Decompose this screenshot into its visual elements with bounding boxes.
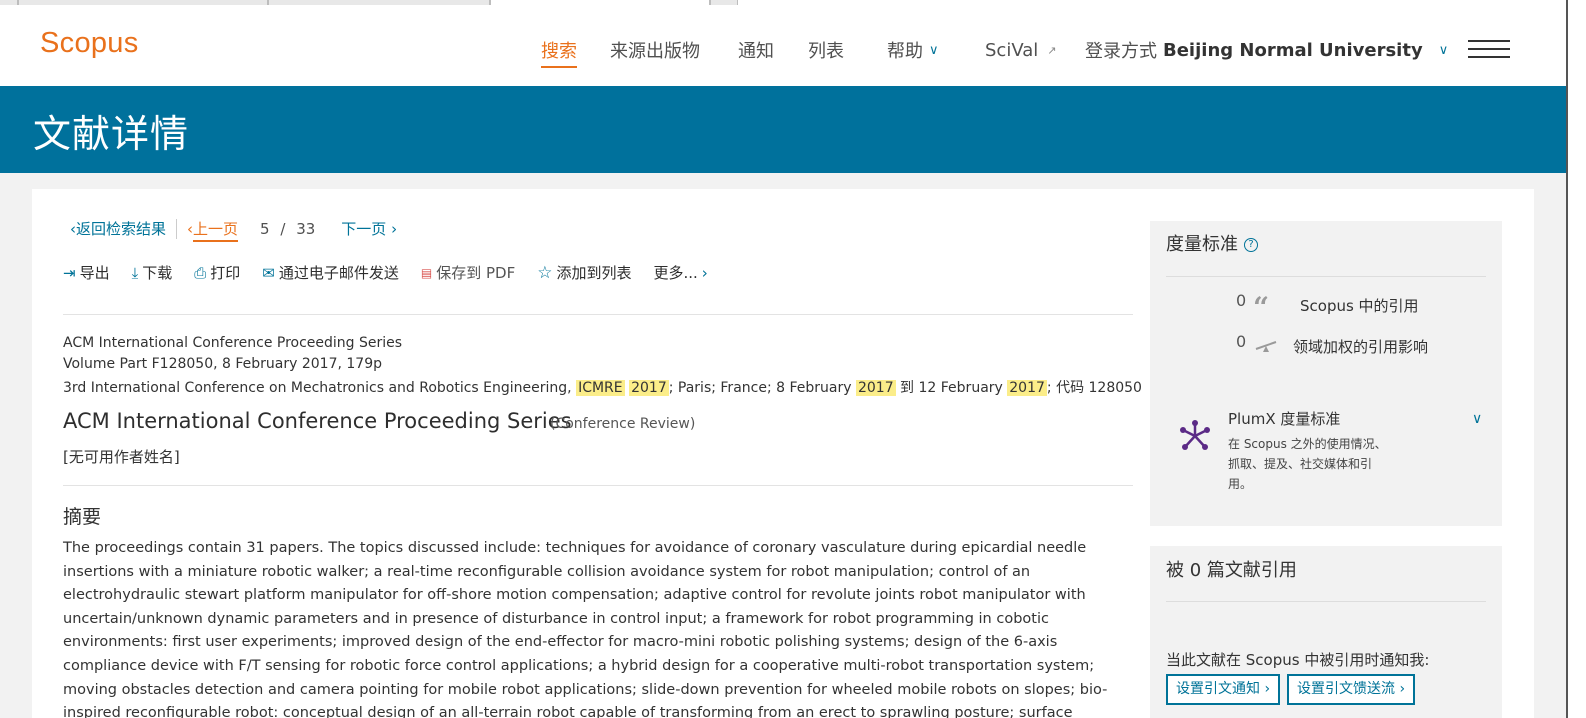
star-icon: ☆ — [537, 262, 553, 283]
external-link-icon: ↗ — [1047, 43, 1057, 57]
scopus-logo[interactable]: Scopus — [40, 27, 139, 60]
add-to-list-label: 添加到列表 — [556, 264, 632, 282]
hamburger-menu-icon[interactable] — [1468, 40, 1510, 62]
source-series[interactable]: ACM International Conference Proceeding … — [63, 335, 402, 351]
save-pdf-button[interactable]: ▤ 保存到 PDF — [421, 262, 515, 283]
position-total: 33 — [296, 219, 316, 238]
add-to-list-button[interactable]: ☆ 添加到列表 — [537, 262, 631, 283]
print-icon: ⎙ — [194, 263, 207, 282]
quote-icon: “ — [1253, 291, 1270, 324]
author-list: [无可用作者姓名] — [63, 448, 180, 466]
save-pdf-label: 保存到 PDF — [436, 264, 516, 282]
download-button[interactable]: ⤓ 下载 — [132, 262, 173, 283]
nav-search[interactable]: 搜索 — [541, 35, 577, 68]
conference-name: 3rd International Conference on Mechatro… — [63, 380, 577, 396]
nav-sources[interactable]: 来源出版物 — [610, 35, 700, 65]
plumx-title[interactable]: PlumX 度量标准 — [1228, 408, 1340, 429]
nav-alerts-label: 通知 — [738, 41, 774, 62]
login-prefix: 登录方式 — [1085, 41, 1157, 62]
nav-sources-label: 来源出版物 — [610, 41, 700, 62]
print-button[interactable]: ⎙ 打印 — [194, 262, 240, 283]
next-page-link[interactable]: 下一页 › — [341, 218, 397, 239]
export-button[interactable]: ⇥ 导出 — [63, 262, 110, 283]
prev-page-label: 上一页 — [193, 220, 239, 242]
conference-location: ; Paris; France; 8 February — [668, 380, 856, 396]
highlight: 2017 — [855, 380, 896, 396]
conference-dates: 到 12 February — [895, 380, 1008, 396]
download-label: 下载 — [142, 264, 173, 282]
highlight: ICMRE — [576, 380, 625, 396]
print-label: 打印 — [210, 264, 241, 282]
divider — [1166, 601, 1486, 602]
set-citation-alert-button[interactable]: 设置引文通知 › — [1166, 674, 1281, 705]
window-right-edge — [1566, 0, 1586, 718]
chevron-down-icon[interactable]: ∨ — [1472, 411, 1482, 427]
back-to-results-link[interactable]: 返回检索结果 — [76, 218, 166, 239]
next-page-label: 下一页 — [341, 220, 387, 238]
set-citation-feed-button[interactable]: 设置引文馈送流 › — [1287, 674, 1416, 705]
page-title: 文献详情 — [33, 112, 190, 156]
institution-name: Beijing Normal University — [1163, 39, 1423, 61]
abstract-heading: 摘要 — [63, 506, 102, 528]
plumx-description: 在 Scopus 之外的使用情况、抓取、提及、社交媒体和引用。 — [1228, 437, 1387, 491]
more-label: 更多... — [653, 264, 698, 282]
top-header: Scopus 搜索 来源出版物 通知 列表 帮助 ∨ SciVal ↗ 登录方式… — [0, 5, 1570, 86]
email-button[interactable]: ✉ 通过电子邮件发送 — [262, 262, 399, 283]
divider — [1166, 276, 1486, 277]
highlight: 2017 — [629, 380, 669, 396]
export-icon: ⇥ — [63, 263, 76, 282]
chevron-right-icon: › — [701, 263, 708, 282]
conference-info: 3rd International Conference on Mechatro… — [63, 377, 1142, 397]
nav-scival-label: SciVal — [985, 39, 1039, 61]
citation-count: 0 — [1236, 291, 1247, 310]
conference-code: ; 代码 128050 — [1046, 380, 1142, 396]
metrics-heading-label: 度量标准 — [1166, 234, 1238, 255]
nav-scival[interactable]: SciVal ↗ — [985, 35, 1057, 65]
document-toolbar: ⇥ 导出 ⤓ 下载 ⎙ 打印 ✉ 通过电子邮件发送 ▤ 保存到 PDF ☆ 添加… — [63, 262, 708, 283]
metrics-heading: 度量标准? — [1166, 230, 1258, 256]
nav-alerts[interactable]: 通知 — [738, 35, 774, 65]
cited-by-heading: 被 0 篇文献引用 — [1166, 560, 1297, 581]
highlight: 2017 — [1007, 380, 1047, 396]
nav-help[interactable]: 帮助 ∨ — [887, 35, 939, 65]
chevron-down-icon: ∨ — [1438, 42, 1449, 58]
citations-in-scopus-link[interactable]: Scopus 中的引用 — [1300, 295, 1419, 316]
nav-lists-label: 列表 — [808, 41, 844, 62]
divider — [63, 485, 1133, 486]
fwci-label: 领域加权的引用影响 — [1293, 338, 1429, 356]
nav-help-label: 帮助 — [887, 41, 923, 62]
fwci-value: 0 — [1236, 332, 1247, 351]
page-title-bar: 文献详情 — [0, 86, 1566, 173]
nav-lists[interactable]: 列表 — [808, 35, 844, 65]
more-button[interactable]: 更多... › — [653, 262, 707, 283]
document-type: (Conference Review) — [550, 416, 696, 432]
email-label: 通过电子邮件发送 — [278, 264, 399, 282]
nav-search-label: 搜索 — [541, 41, 577, 62]
email-icon: ✉ — [262, 263, 275, 282]
pdf-icon: ▤ — [420, 265, 433, 280]
citation-notify-text: 当此文献在 Scopus 中被引用时通知我: — [1166, 651, 1430, 669]
chevron-down-icon: ∨ — [929, 42, 939, 58]
result-position: 5 / 33 — [260, 220, 315, 238]
divider — [176, 218, 178, 239]
position-separator: / — [280, 219, 286, 238]
metrics-panel: 度量标准? 0 “ Scopus 中的引用 0 领域加权的引用影响 PlumX … — [1150, 221, 1502, 526]
divider — [63, 314, 1133, 315]
prev-page-link[interactable]: ‹上一页 — [187, 218, 239, 242]
position-current: 5 — [260, 219, 270, 238]
balance-scale-icon — [1255, 341, 1277, 352]
export-label: 导出 — [79, 264, 110, 282]
download-icon: ⤓ — [131, 263, 139, 282]
source-volume: Volume Part F128050, 8 February 2017, 17… — [63, 356, 382, 372]
document-title: ACM International Conference Proceeding … — [63, 409, 572, 433]
nav-institution-login[interactable]: 登录方式 Beijing Normal University ∨ — [1085, 35, 1448, 65]
abstract-text: The proceedings contain 31 papers. The t… — [63, 540, 1108, 718]
cited-by-panel: 被 0 篇文献引用 当此文献在 Scopus 中被引用时通知我: 设置引文通知 … — [1150, 546, 1502, 718]
breadcrumb: ‹ 返回检索结果 ‹上一页 5 / 33 下一页 › — [70, 218, 397, 242]
help-icon[interactable]: ? — [1244, 238, 1258, 252]
plumx-icon — [1180, 420, 1210, 450]
